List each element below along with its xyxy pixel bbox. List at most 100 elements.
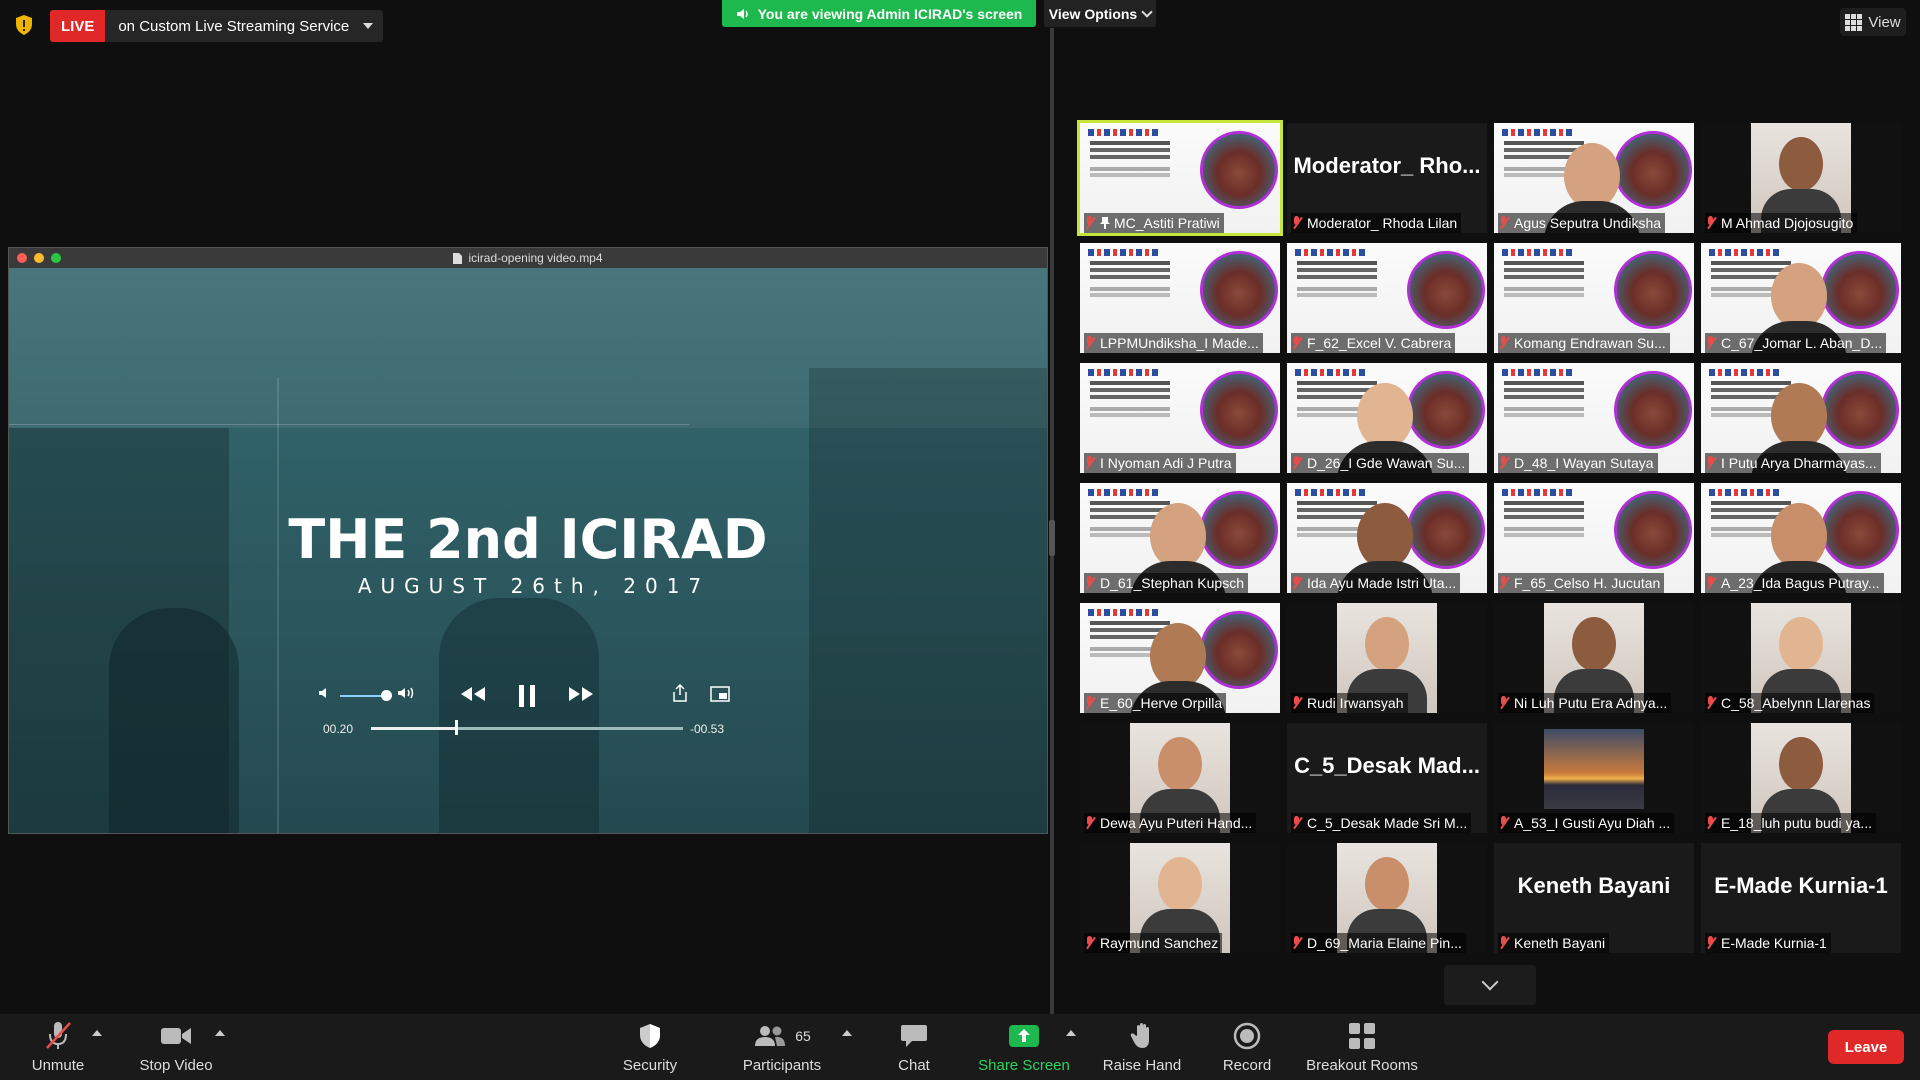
- participant-display-name-large: Keneth Bayani: [1517, 873, 1671, 898]
- participant-face: [1158, 857, 1202, 911]
- pin-icon: [1100, 217, 1110, 229]
- participants-options-caret-icon[interactable]: [842, 1030, 852, 1036]
- participant-name-label: D_48_I Wayan Sutaya: [1498, 453, 1658, 473]
- participant-tile[interactable]: Dewa Ayu Puteri Hand...: [1080, 723, 1280, 833]
- chevron-down-icon: [1141, 5, 1153, 18]
- view-options-button[interactable]: View Options: [1044, 0, 1156, 27]
- participant-face: [1564, 143, 1620, 209]
- participant-name-label: I Nyoman Adi J Putra: [1084, 453, 1236, 473]
- volume-high-icon[interactable]: [397, 686, 417, 700]
- share-icon[interactable]: [673, 684, 687, 702]
- video-options-caret-icon[interactable]: [215, 1030, 225, 1036]
- picture-in-picture-icon[interactable]: [710, 686, 730, 702]
- view-layout-button[interactable]: View: [1840, 8, 1906, 36]
- breakout-rooms-icon: [1349, 1023, 1375, 1049]
- microphone-muted-icon: [1291, 456, 1303, 470]
- participant-tile[interactable]: D_69_Maria Elaine Pin...: [1287, 843, 1487, 953]
- participant-tile[interactable]: I Nyoman Adi J Putra: [1080, 363, 1280, 473]
- unmute-button[interactable]: Unmute: [26, 1014, 90, 1080]
- participant-name: C_67_Jomar L. Aban_D...: [1721, 335, 1883, 351]
- participant-name-label: Dewa Ayu Puteri Hand...: [1084, 813, 1257, 833]
- rewind-icon[interactable]: [460, 686, 486, 702]
- participant-tile[interactable]: D_48_I Wayan Sutaya: [1494, 363, 1694, 473]
- participant-tile[interactable]: D_61_Stephan Kupsch: [1080, 483, 1280, 593]
- participant-tile[interactable]: Keneth Bayani Keneth Bayani: [1494, 843, 1694, 953]
- file-icon: [453, 252, 463, 264]
- pause-icon[interactable]: [517, 684, 537, 708]
- participant-tile[interactable]: LPPMUndiksha_I Made...: [1080, 243, 1280, 353]
- split-divider-handle[interactable]: [1049, 520, 1055, 556]
- elapsed-time: 00.20: [323, 722, 354, 736]
- participant-tile[interactable]: Komang Endrawan Su...: [1494, 243, 1694, 353]
- unmute-label: Unmute: [31, 1057, 85, 1074]
- security-label: Security: [622, 1057, 678, 1074]
- participant-tile[interactable]: C_67_Jomar L. Aban_D...: [1701, 243, 1901, 353]
- participant-name: Ni Luh Putu Era Adnya...: [1514, 695, 1668, 711]
- security-shield-icon[interactable]: [14, 14, 34, 36]
- maximize-window-icon[interactable]: [51, 253, 61, 263]
- viewing-screen-banner: You are viewing Admin ICIRAD's screen: [722, 0, 1036, 27]
- participant-tile[interactable]: F_65_Celso H. Jucutan: [1494, 483, 1694, 593]
- participants-button[interactable]: 65 Participants: [738, 1014, 826, 1080]
- gallery-scroll-down-button[interactable]: [1444, 965, 1536, 1005]
- participant-tile[interactable]: A_23_Ida Bagus Putray...: [1701, 483, 1901, 593]
- live-service-dropdown[interactable]: on Custom Live Streaming Service: [105, 10, 383, 42]
- volume-low-icon[interactable]: [318, 686, 334, 700]
- participant-tile[interactable]: C_5_Desak Mad... C_5_Desak Made Sri M...: [1287, 723, 1487, 833]
- participant-tile[interactable]: Agus Seputra Undiksha: [1494, 123, 1694, 233]
- share-screen-button[interactable]: Share Screen: [976, 1014, 1072, 1080]
- participant-tile[interactable]: C_58_Abelynn Llarenas: [1701, 603, 1901, 713]
- participant-tile[interactable]: Raymund Sanchez: [1080, 843, 1280, 953]
- microphone-muted-icon: [1498, 936, 1510, 950]
- participant-tile[interactable]: MC_Astiti Pratiwi: [1077, 120, 1283, 236]
- chat-button[interactable]: Chat: [884, 1014, 944, 1080]
- microphone-muted-icon: [1084, 696, 1096, 710]
- shared-screen-video-player[interactable]: icirad-opening video.mp4 THE 2nd ICIRAD …: [8, 247, 1048, 834]
- viewing-screen-text: You are viewing Admin ICIRAD's screen: [757, 5, 1023, 22]
- volume-slider-knob[interactable]: [381, 690, 392, 701]
- participant-name: A_23_Ida Bagus Putray...: [1721, 575, 1880, 591]
- breakout-rooms-button[interactable]: Breakout Rooms: [1302, 1014, 1422, 1080]
- participant-tile[interactable]: Moderator_ Rho... Moderator_ Rhoda Lilan: [1287, 123, 1487, 233]
- leave-meeting-button[interactable]: Leave: [1828, 1030, 1904, 1064]
- participant-tile[interactable]: M Ahmad Djojosugito: [1701, 123, 1901, 233]
- participant-name-label: Moderator_ Rhoda Lilan: [1291, 213, 1462, 233]
- seek-bar-knob[interactable]: [455, 720, 458, 735]
- video-frame: THE 2nd ICIRAD AUGUST 26th, 2017: [9, 268, 1047, 833]
- participant-face: [1150, 503, 1206, 569]
- close-window-icon[interactable]: [17, 253, 27, 263]
- seek-bar-progress: [371, 727, 457, 730]
- record-button[interactable]: Record: [1216, 1014, 1278, 1080]
- participant-name: D_48_I Wayan Sutaya: [1514, 455, 1654, 471]
- participant-name: D_61_Stephan Kupsch: [1100, 575, 1244, 591]
- participant-name: F_65_Celso H. Jucutan: [1514, 575, 1661, 591]
- participant-tile[interactable]: Ida Ayu Made Istri Uta...: [1287, 483, 1487, 593]
- participant-tile[interactable]: E-Made Kurnia-1 E-Made Kurnia-1: [1701, 843, 1901, 953]
- microphone-muted-icon: [1498, 696, 1510, 710]
- minimize-window-icon[interactable]: [34, 253, 44, 263]
- participant-tile[interactable]: D_26_I Gde Wawan Su...: [1287, 363, 1487, 473]
- video-subtitle-text: AUGUST 26th, 2017: [357, 574, 711, 598]
- security-button[interactable]: Security: [612, 1014, 688, 1080]
- participant-tile[interactable]: F_62_Excel V. Cabrera: [1287, 243, 1487, 353]
- participant-name: Komang Endrawan Su...: [1514, 335, 1666, 351]
- view-layout-label: View: [1868, 13, 1901, 31]
- stop-video-button[interactable]: Stop Video: [134, 1014, 218, 1080]
- participant-tile[interactable]: I Putu Arya Dharmayas...: [1701, 363, 1901, 473]
- participant-tile[interactable]: A_53_I Gusti Ayu Diah ...: [1494, 723, 1694, 833]
- participant-name-label: D_61_Stephan Kupsch: [1084, 573, 1248, 593]
- raise-hand-button[interactable]: Raise Hand: [1100, 1014, 1184, 1080]
- participant-tile[interactable]: E_60_Herve Orpilla: [1080, 603, 1280, 713]
- microphone-muted-icon: [1498, 816, 1510, 830]
- participant-tile[interactable]: Ni Luh Putu Era Adnya...: [1494, 603, 1694, 713]
- participant-tile[interactable]: Rudi Irwansyah: [1287, 603, 1487, 713]
- participant-display-name-large: Moderator_ Rho...: [1293, 153, 1481, 178]
- audio-options-caret-icon[interactable]: [92, 1030, 102, 1036]
- share-options-caret-icon[interactable]: [1066, 1030, 1076, 1036]
- microphone-muted-icon: [1705, 816, 1717, 830]
- microphone-muted-icon: [1705, 336, 1717, 350]
- chat-label: Chat: [898, 1057, 930, 1074]
- participant-tile[interactable]: E_18_luh putu budi ya...: [1701, 723, 1901, 833]
- live-stream-indicator[interactable]: LIVE on Custom Live Streaming Service: [50, 10, 384, 42]
- fast-forward-icon[interactable]: [568, 686, 594, 702]
